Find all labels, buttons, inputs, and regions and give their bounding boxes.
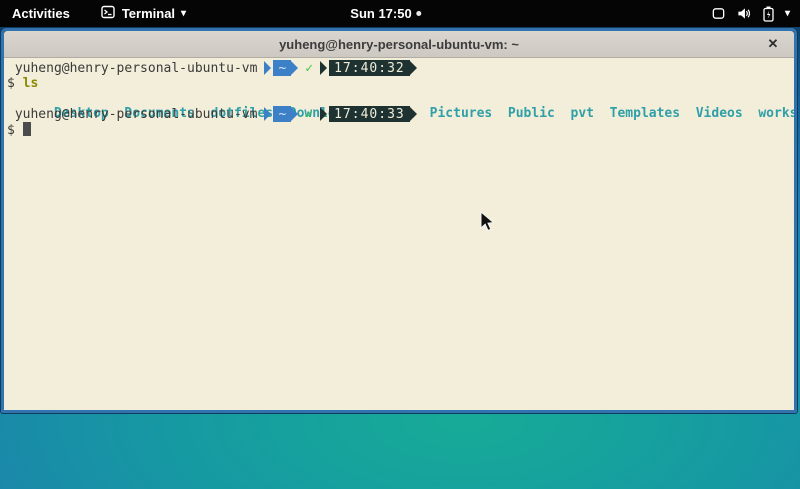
directory-name: Videos xyxy=(696,106,743,121)
powerline-arrow-icon xyxy=(410,107,417,121)
activities-button[interactable]: Activities xyxy=(0,0,82,27)
typed-command: ls xyxy=(23,76,39,91)
powerline-arrow-icon xyxy=(264,107,271,121)
powerline-arrow-icon xyxy=(264,61,271,75)
powerline-arrow-icon xyxy=(410,61,417,75)
powerline-arrow-icon xyxy=(320,61,327,75)
prompt-user-host: yuheng@henry-personal-ubuntu-vm xyxy=(15,107,258,122)
terminal-window: yuheng@henry-personal-ubuntu-vm: ~ ✕ yuh… xyxy=(1,28,797,413)
powerline-arrow-icon xyxy=(291,61,298,75)
terminal-icon xyxy=(100,4,116,23)
ls-output-line: DesktopDocumentsdotfilesDownloadsMusicPi… xyxy=(7,91,794,106)
directory-name: Public xyxy=(508,106,555,121)
chevron-down-icon: ▾ xyxy=(785,9,790,19)
powerline-arrow-icon xyxy=(291,107,298,121)
command-line: $ ls xyxy=(7,76,794,91)
prompt-cwd-segment: ~ xyxy=(273,106,291,122)
directory-name: Templates xyxy=(610,106,680,121)
display-icon xyxy=(711,6,726,21)
prompt-symbol: $ xyxy=(7,76,15,91)
status-check-icon: ✓ xyxy=(305,61,313,76)
notification-dot-icon xyxy=(417,11,422,16)
clock-label: Sun 17:50 xyxy=(350,6,411,21)
terminal-content[interactable]: yuheng@henry-personal-ubuntu-vm ~ ✓ 17:4… xyxy=(4,58,794,410)
prompt-cwd-segment: ~ xyxy=(273,60,291,76)
clock-button[interactable]: Sun 17:50 xyxy=(350,6,421,21)
titlebar[interactable]: yuheng@henry-personal-ubuntu-vm: ~ ✕ xyxy=(4,31,794,58)
directory-name: workspace xyxy=(758,106,794,121)
prompt-time-segment: 17:40:33 xyxy=(329,106,410,122)
prompt-symbol: $ xyxy=(7,123,15,138)
status-check-icon: ✓ xyxy=(305,107,313,122)
chevron-down-icon: ▾ xyxy=(181,9,186,19)
directory-name: pvt xyxy=(571,106,594,121)
system-status-menu[interactable]: ▾ xyxy=(711,0,790,27)
battery-charging-icon xyxy=(762,6,775,22)
directory-name: Pictures xyxy=(430,106,493,121)
volume-icon xyxy=(736,6,752,21)
prompt-user-host: yuheng@henry-personal-ubuntu-vm xyxy=(15,61,258,76)
powerline-arrow-icon xyxy=(320,107,327,121)
window-title: yuheng@henry-personal-ubuntu-vm: ~ xyxy=(279,37,519,52)
close-button[interactable]: ✕ xyxy=(764,35,782,53)
input-line[interactable]: $ xyxy=(7,122,794,137)
prompt-time-segment: 17:40:32 xyxy=(329,60,410,76)
text-cursor xyxy=(23,122,31,136)
top-bar: Activities Terminal ▾ Sun 17:50 xyxy=(0,0,800,27)
app-menu-label: Terminal xyxy=(122,6,175,21)
prompt-line: yuheng@henry-personal-ubuntu-vm ~ ✓ 17:4… xyxy=(7,60,794,76)
app-menu-terminal[interactable]: Terminal ▾ xyxy=(92,0,194,27)
